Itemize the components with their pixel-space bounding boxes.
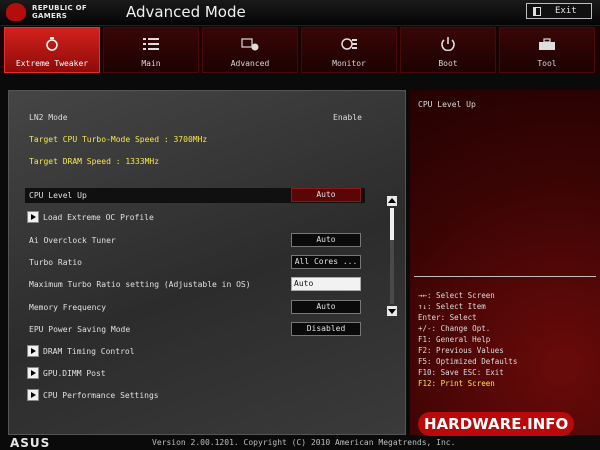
setting-value-select[interactable]: Auto	[291, 233, 361, 247]
setting-label: Maximum Turbo Ratio setting (Adjustable …	[29, 280, 251, 289]
scroll-track[interactable]	[390, 208, 394, 304]
target-dram-speed: Target DRAM Speed : 1333MHz	[29, 157, 160, 166]
setting-value-input[interactable]: Auto	[291, 277, 361, 291]
tab-boot[interactable]: Boot	[400, 27, 496, 73]
key-help-item: F10: Save ESC: Exit	[418, 368, 504, 377]
key-help-item: F12: Print Screen	[418, 379, 495, 388]
chip-info-icon	[241, 38, 259, 51]
setting-label: Turbo Ratio	[29, 258, 82, 267]
scroll-up-arrow-icon[interactable]	[387, 196, 397, 206]
settings-panel: LN2 Mode Enable Target CPU Turbo-Mode Sp…	[8, 90, 406, 435]
monitor-gauge-icon	[341, 38, 357, 50]
setting-label: Memory Frequency	[29, 303, 107, 312]
ln2-mode-value: Enable	[333, 113, 362, 122]
setting-label: CPU Level Up	[29, 191, 87, 200]
brand-line-2: GAMERS	[32, 12, 68, 20]
footer-bar: ASUS Version 2.00.1201. Copyright (C) 20…	[0, 436, 600, 450]
submenu-dram-timing-control[interactable]: DRAM Timing Control	[25, 344, 365, 359]
setting-value-select[interactable]: Auto	[291, 300, 361, 314]
help-panel: CPU Level Up →←: Select Screen ↑↓: Selec…	[410, 90, 600, 435]
exit-door-icon	[533, 6, 541, 16]
setting-turbo-ratio[interactable]: Turbo Ratio All Cores ...	[25, 255, 365, 270]
tab-label: Tool	[537, 59, 557, 68]
scroll-thumb[interactable]	[390, 208, 394, 240]
submenu-label: GPU.DIMM Post	[43, 369, 106, 378]
setting-value-select[interactable]: Disabled	[291, 322, 361, 336]
rog-brand-text: REPUBLIC OF GAMERS	[32, 4, 87, 20]
setting-max-turbo-ratio[interactable]: Maximum Turbo Ratio setting (Adjustable …	[25, 277, 365, 292]
tab-label: Monitor	[332, 59, 366, 68]
tab-advanced[interactable]: Advanced	[202, 27, 298, 73]
setting-epu-power-saving[interactable]: EPU Power Saving Mode Disabled	[25, 322, 365, 337]
list-icon	[143, 38, 159, 50]
help-title: CPU Level Up	[418, 100, 476, 109]
key-help-item: F1: General Help	[418, 335, 491, 344]
submenu-label: Load Extreme OC Profile	[43, 213, 154, 222]
setting-value-select[interactable]: All Cores ...	[291, 255, 361, 269]
pocket-watch-icon	[46, 37, 58, 51]
header-bar: REPUBLIC OF GAMERS Advanced Mode Exit	[0, 0, 600, 26]
tab-label: Extreme Tweaker	[15, 59, 89, 68]
setting-label: Ai Overclock Tuner	[29, 236, 116, 245]
tab-label: Boot	[438, 59, 458, 68]
submenu-gpu-dimm-post[interactable]: GPU.DIMM Post	[25, 366, 365, 381]
key-help-list: →←: Select Screen ↑↓: Select Item Enter:…	[418, 290, 517, 389]
setting-memory-frequency[interactable]: Memory Frequency Auto	[25, 300, 365, 315]
tab-tool[interactable]: Tool	[499, 27, 595, 73]
setting-label: EPU Power Saving Mode	[29, 325, 131, 334]
submenu-label: CPU Performance Settings	[43, 391, 159, 400]
submenu-arrow-icon	[27, 345, 39, 357]
setting-ai-overclock-tuner[interactable]: Ai Overclock Tuner Auto	[25, 233, 365, 248]
tab-extreme-tweaker[interactable]: Extreme Tweaker	[4, 27, 100, 73]
exit-label: Exit	[555, 6, 577, 16]
submenu-load-extreme-oc-profile[interactable]: Load Extreme OC Profile	[25, 210, 365, 225]
target-cpu-speed: Target CPU Turbo-Mode Speed : 3700MHz	[29, 135, 208, 144]
setting-value-select[interactable]: Auto	[291, 188, 361, 202]
brand-line-1: REPUBLIC OF	[32, 4, 87, 12]
copyright-text: Version 2.00.1201. Copyright (C) 2010 Am…	[152, 438, 456, 447]
toolbox-icon	[539, 38, 555, 50]
submenu-arrow-icon	[27, 211, 39, 223]
key-help-item: F2: Previous Values	[418, 346, 504, 355]
tab-main[interactable]: Main	[103, 27, 199, 73]
tab-label: Main	[141, 59, 161, 68]
tab-bar: Extreme Tweaker Main Advanced Monitor Bo…	[0, 27, 600, 73]
scrollbar[interactable]	[387, 196, 397, 316]
key-help-item: Enter: Select	[418, 313, 477, 322]
submenu-label: DRAM Timing Control	[43, 347, 135, 356]
tab-label: Advanced	[230, 59, 270, 68]
rog-logo-icon	[6, 3, 26, 21]
power-icon	[441, 37, 455, 51]
submenu-cpu-performance-settings[interactable]: CPU Performance Settings	[25, 388, 365, 403]
key-help-item: F5: Optimized Defaults	[418, 357, 518, 366]
mode-title: Advanced Mode	[126, 3, 246, 21]
watermark-logo: HARDWARE.INFO	[418, 412, 575, 436]
submenu-arrow-icon	[27, 367, 39, 379]
key-help-item: ↑↓: Select Item	[418, 302, 486, 311]
submenu-arrow-icon	[27, 389, 39, 401]
setting-cpu-level-up[interactable]: CPU Level Up Auto	[25, 188, 365, 203]
help-divider	[414, 276, 596, 277]
ln2-mode-label: LN2 Mode	[29, 113, 68, 122]
key-help-item: →←: Select Screen	[418, 291, 495, 300]
asus-logo: ASUS	[10, 436, 51, 450]
tab-monitor[interactable]: Monitor	[301, 27, 397, 73]
key-help-item: +/-: Change Opt.	[418, 324, 491, 333]
scroll-down-arrow-icon[interactable]	[387, 306, 397, 316]
exit-button[interactable]: Exit	[526, 3, 592, 19]
